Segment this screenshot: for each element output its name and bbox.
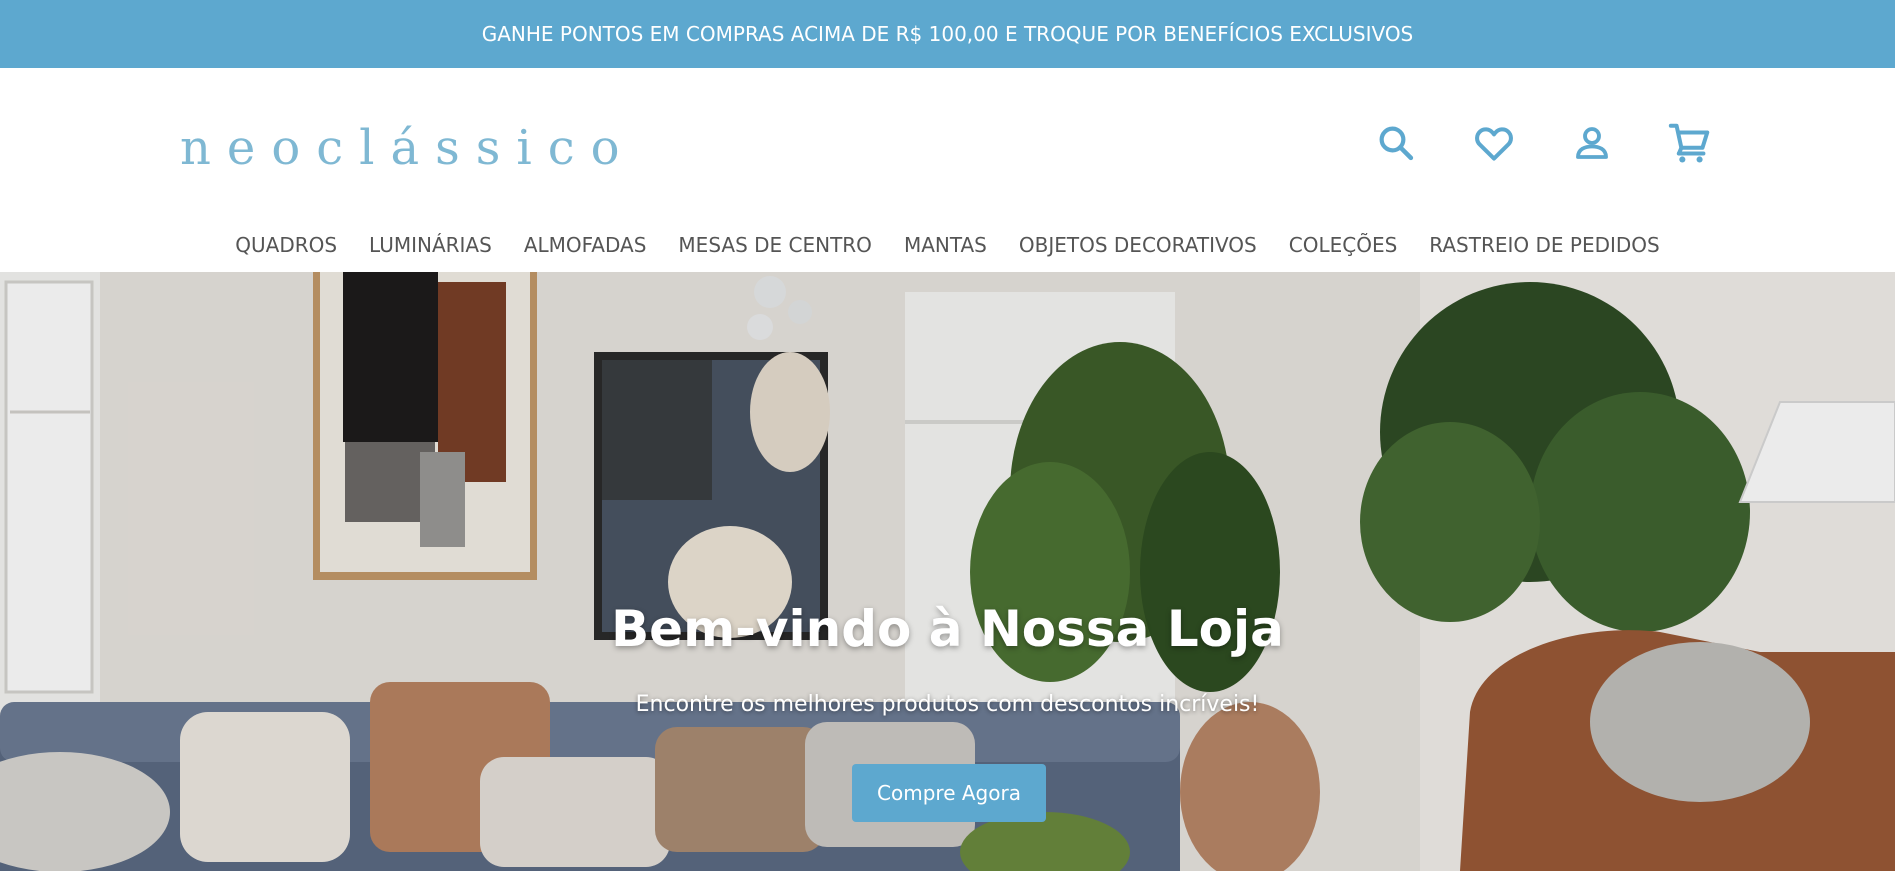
cart-button[interactable] <box>1666 119 1714 167</box>
hero-banner: Bem-vindo à Nossa Loja Encontre os melho… <box>0 272 1895 871</box>
nav-item-rastreio-de-pedidos[interactable]: RASTREIO DE PEDIDOS <box>1429 233 1659 257</box>
main-nav: QUADROS LUMINÁRIAS ALMOFADAS MESAS DE CE… <box>0 220 1895 270</box>
nav-item-colecoes[interactable]: COLEÇÕES <box>1289 233 1398 257</box>
announcement-text: GANHE PONTOS EM COMPRAS ACIMA DE R$ 100,… <box>481 22 1414 46</box>
shop-now-button[interactable]: Compre Agora <box>852 764 1046 822</box>
hero-subtitle: Encontre os melhores produtos com descon… <box>635 692 1260 717</box>
nav-item-almofadas[interactable]: ALMOFADAS <box>524 233 647 257</box>
nav-item-mantas[interactable]: MANTAS <box>904 233 987 257</box>
search-icon <box>1379 126 1414 161</box>
nav-item-luminarias[interactable]: LUMINÁRIAS <box>369 233 492 257</box>
cart-icon <box>1668 123 1710 163</box>
account-button[interactable] <box>1568 119 1616 167</box>
announcement-bar: GANHE PONTOS EM COMPRAS ACIMA DE R$ 100,… <box>0 0 1895 68</box>
search-button[interactable] <box>1372 119 1420 167</box>
nav-item-objetos-decorativos[interactable]: OBJETOS DECORATIVOS <box>1019 233 1257 257</box>
hero-title: Bem-vindo à Nossa Loja <box>611 600 1284 658</box>
nav-item-quadros[interactable]: QUADROS <box>235 233 337 257</box>
header-icons <box>1372 103 1714 183</box>
wishlist-button[interactable] <box>1470 119 1518 167</box>
site-header: neoclássico QUADROS LUMINÁRIAS ALMOFADAS… <box>0 68 1895 272</box>
nav-item-mesas-de-centro[interactable]: MESAS DE CENTRO <box>678 233 872 257</box>
logo[interactable]: neoclássico <box>180 108 635 188</box>
heart-icon <box>1475 127 1513 161</box>
user-icon <box>1576 127 1608 159</box>
